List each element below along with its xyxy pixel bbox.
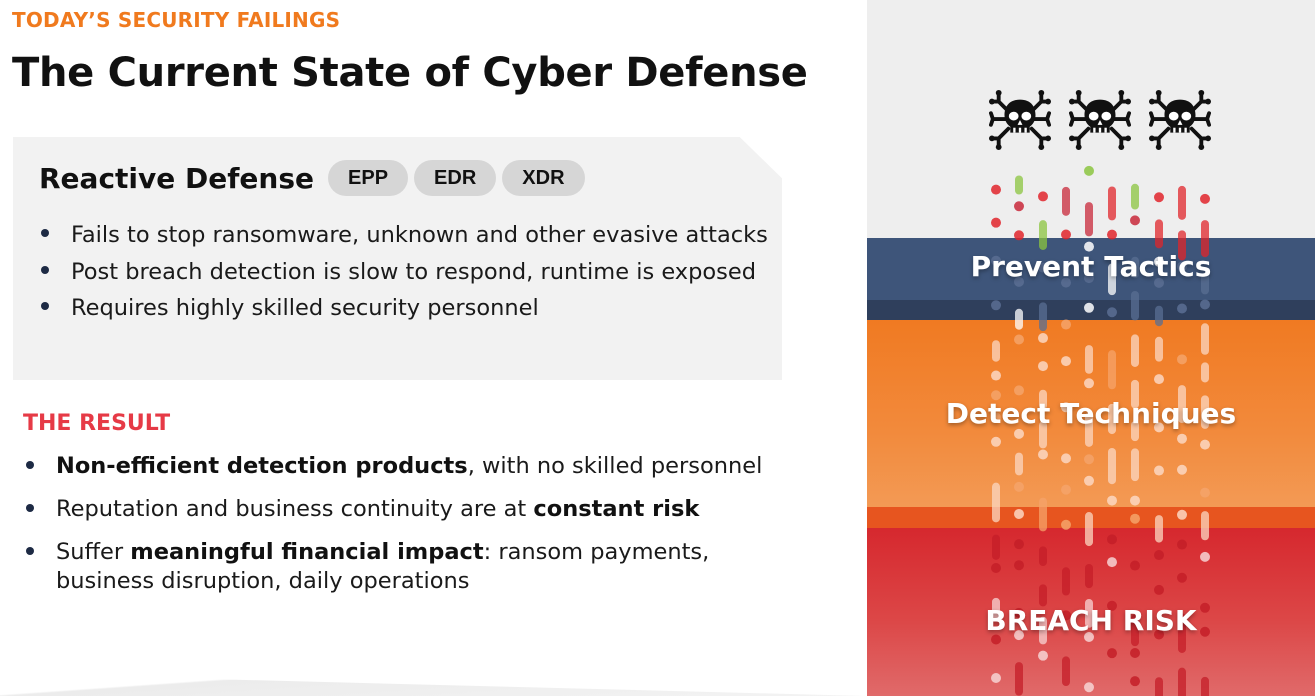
detect-layer-edge [867, 507, 1315, 528]
reactive-defense-panel: Reactive Defense EPP EDR XDR Fails to st… [13, 137, 782, 380]
result-title: THE RESULT [23, 411, 171, 436]
text-segment: Reputation and business continuity are a… [56, 496, 534, 522]
breach-risk-label: BREACH RISK [985, 604, 1197, 637]
list-item: Non-efficient detection products, with n… [24, 452, 784, 481]
list-item: Post breach detection is slow to respond… [39, 254, 779, 291]
reactive-defense-bullets: Fails to stop ransomware, unknown and ot… [39, 217, 779, 327]
prevent-layer-edge [867, 300, 1315, 320]
emphasis-text: Non-efficient detection products [56, 453, 468, 479]
prevent-tactics-label: Prevent Tactics [970, 250, 1212, 283]
result-bullets: Non-efficient detection products, with n… [24, 452, 784, 610]
list-item: Fails to stop ransomware, unknown and ot… [39, 217, 779, 254]
list-item: Requires highly skilled security personn… [39, 290, 779, 327]
tag-edr: EDR [414, 160, 497, 196]
text-segment: Suffer [56, 539, 131, 565]
floor-shadow [0, 673, 866, 696]
tag-xdr: XDR [502, 160, 585, 196]
reactive-defense-header: Reactive Defense EPP EDR XDR [39, 160, 591, 196]
skull-crossbones-bug-icon [1149, 88, 1211, 150]
list-item: Reputation and business continuity are a… [24, 495, 784, 524]
list-item: Suffer meaningful financial impact: rans… [24, 538, 784, 596]
tag-epp: EPP [328, 160, 409, 196]
threat-icons [989, 88, 1211, 150]
emphasis-text: constant risk [533, 496, 700, 522]
reactive-defense-title: Reactive Defense [39, 161, 315, 195]
detect-techniques-label: Detect Techniques [945, 397, 1237, 430]
emphasis-text: meaningful financial impact [130, 539, 484, 565]
page-title: The Current State of Cyber Defense [12, 50, 808, 96]
defense-layers-graphic: Prevent Tactics Detect Techniques BREACH… [867, 0, 1315, 696]
skull-crossbones-bug-icon [989, 88, 1051, 150]
skull-crossbones-bug-icon [1069, 88, 1131, 150]
text-segment: , with no skilled personnel [467, 453, 763, 479]
section-kicker: TODAY’S SECURITY FAILINGS [12, 8, 341, 32]
